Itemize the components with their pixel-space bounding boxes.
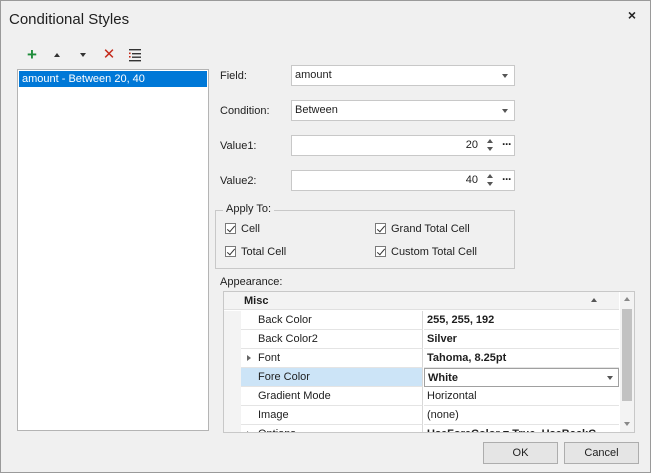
field-value: amount <box>295 69 332 81</box>
move-down-button[interactable] <box>73 45 93 65</box>
ok-button[interactable]: OK <box>483 442 558 464</box>
spin-down-icon[interactable] <box>487 147 493 151</box>
appearance-label: Appearance: <box>220 276 283 288</box>
expand-icon[interactable] <box>247 431 251 432</box>
property-row-selected[interactable]: Fore Color White <box>224 368 619 387</box>
properties-icon <box>129 49 141 62</box>
field-label: Field: <box>220 70 247 82</box>
chevron-down-icon[interactable] <box>502 74 508 78</box>
value1-label: Value1: <box>220 140 257 152</box>
scroll-down-icon[interactable] <box>624 422 630 426</box>
property-name: Gradient Mode <box>241 387 423 406</box>
property-name: Image <box>241 406 423 425</box>
value2-spin-editor[interactable]: 40 ··· <box>291 170 515 191</box>
property-value[interactable]: Horizontal <box>424 387 619 406</box>
move-down-icon <box>80 53 86 57</box>
collapse-icon[interactable] <box>591 298 597 302</box>
value2-input[interactable]: 40 <box>466 174 478 186</box>
property-row[interactable]: Font Tahoma, 8.25pt <box>224 349 619 368</box>
grand-total-cell-checkbox[interactable] <box>375 223 386 234</box>
property-value[interactable]: (none) <box>424 406 619 425</box>
spin-up-icon[interactable] <box>487 139 493 143</box>
rules-list[interactable]: amount - Between 20, 40 <box>17 69 209 431</box>
category-label: Misc <box>244 295 269 307</box>
category-row-misc[interactable]: Misc <box>224 292 619 310</box>
move-up-icon <box>54 53 60 57</box>
property-value[interactable]: UseForeColor = True, UseBackC <box>424 425 619 432</box>
total-cell-label: Total Cell <box>241 246 287 258</box>
ellipsis-button[interactable]: ··· <box>502 172 512 186</box>
condition-combo[interactable]: Between <box>291 100 515 121</box>
property-value[interactable]: 255, 255, 192 <box>424 311 619 330</box>
cancel-button[interactable]: Cancel <box>564 442 639 464</box>
spin-up-icon[interactable] <box>487 174 493 178</box>
property-name: Fore Color <box>241 368 423 387</box>
ellipsis-button[interactable]: ··· <box>502 137 512 151</box>
properties-button[interactable] <box>125 45 145 65</box>
value1-spin-editor[interactable]: 20 ··· <box>291 135 515 156</box>
chevron-down-icon[interactable] <box>607 376 613 380</box>
property-name: Options <box>241 425 423 432</box>
property-name: Font <box>241 349 423 368</box>
scroll-thumb[interactable] <box>622 309 632 401</box>
delete-icon: ✕ <box>102 46 116 63</box>
spin-down-icon[interactable] <box>487 182 493 186</box>
title-bar: Conditional Styles × <box>1 1 650 37</box>
vertical-scrollbar[interactable] <box>620 292 634 432</box>
custom-total-cell-label: Custom Total Cell <box>391 246 477 258</box>
scroll-up-icon[interactable] <box>624 297 630 301</box>
apply-to-title: Apply To: <box>223 203 275 215</box>
move-up-button[interactable] <box>47 45 67 65</box>
conditional-styles-dialog: Conditional Styles × + ✕ amount - Betwee… <box>0 0 651 473</box>
dialog-title: Conditional Styles <box>9 11 130 28</box>
expand-icon[interactable] <box>247 355 251 361</box>
property-row[interactable]: Options UseForeColor = True, UseBackC <box>224 425 619 432</box>
cell-checkbox[interactable] <box>225 223 236 234</box>
property-name: Back Color <box>241 311 423 330</box>
property-row[interactable]: Image (none) <box>224 406 619 425</box>
property-value-editor[interactable]: White <box>424 368 619 387</box>
apply-to-group <box>215 210 515 269</box>
add-rule-button[interactable]: + <box>22 45 42 65</box>
property-name: Back Color2 <box>241 330 423 349</box>
rule-list-item[interactable]: amount - Between 20, 40 <box>19 71 207 87</box>
total-cell-checkbox[interactable] <box>225 246 236 257</box>
property-value[interactable]: Tahoma, 8.25pt <box>424 349 619 368</box>
add-icon: + <box>27 45 37 64</box>
field-combo[interactable]: amount <box>291 65 515 86</box>
appearance-property-grid[interactable]: Misc Back Color 255, 255, 192 Back Color… <box>223 291 635 433</box>
property-row[interactable]: Back Color2 Silver <box>224 330 619 349</box>
chevron-down-icon[interactable] <box>502 109 508 113</box>
delete-rule-button[interactable]: ✕ <box>99 45 119 65</box>
custom-total-cell-checkbox[interactable] <box>375 246 386 257</box>
condition-label: Condition: <box>220 105 270 117</box>
condition-value: Between <box>295 104 338 116</box>
cell-label: Cell <box>241 223 260 235</box>
property-value: White <box>428 372 458 384</box>
grand-total-cell-label: Grand Total Cell <box>391 223 470 235</box>
property-row[interactable]: Gradient Mode Horizontal <box>224 387 619 406</box>
value2-label: Value2: <box>220 175 257 187</box>
close-button[interactable]: × <box>621 6 643 26</box>
property-row[interactable]: Back Color 255, 255, 192 <box>224 311 619 330</box>
property-value[interactable]: Silver <box>424 330 619 349</box>
value1-input[interactable]: 20 <box>466 139 478 151</box>
